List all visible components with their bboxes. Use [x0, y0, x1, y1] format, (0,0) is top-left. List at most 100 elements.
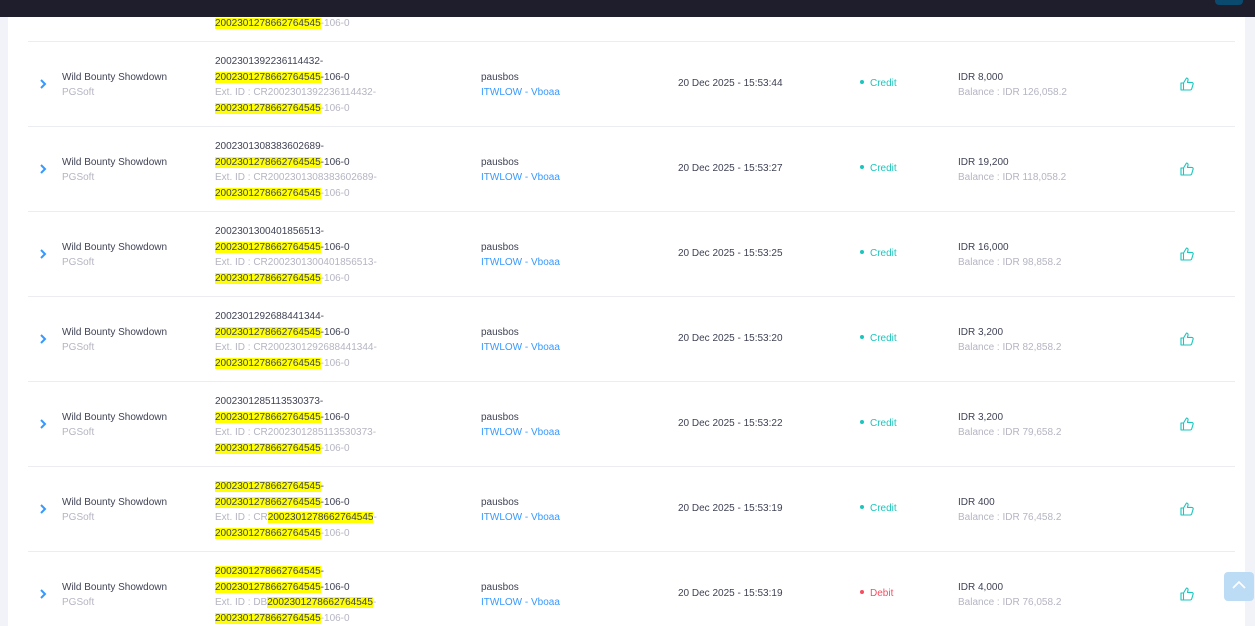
status-badge: Debit — [860, 588, 893, 600]
highlighted-id: 2002301278662764545 — [215, 496, 321, 508]
provider-name: PGSoft — [62, 172, 95, 183]
thumbs-up-icon — [1180, 77, 1194, 91]
ext-id-rest: 2002301300401856513- — [267, 257, 377, 268]
thumbs-up-button[interactable] — [1179, 161, 1195, 177]
table-row[interactable]: Wild Bounty Showdown PGSoft 200230130838… — [28, 127, 1235, 212]
agent-link[interactable]: ITWLOW - Vboaa — [481, 510, 560, 525]
user-cell: pausbos ITWLOW - Vboaa — [481, 155, 560, 185]
thumbs-up-icon — [1180, 247, 1194, 261]
table-row[interactable]: Wild Bounty Showdown PGSoft 200230129268… — [28, 297, 1235, 382]
tx-line-2: 2002301278662764545-106-0 — [215, 325, 377, 341]
ext-id-label: Ext. ID : DB — [215, 597, 268, 608]
tx-line-1: 2002301300401856513- — [215, 224, 377, 240]
highlighted-id: 2002301278662764545 — [215, 326, 321, 338]
chevron-up-icon — [1232, 580, 1246, 589]
expand-row-button[interactable] — [37, 248, 49, 260]
table-row[interactable]: Wild Bounty Showdown PGSoft 200230130040… — [28, 212, 1235, 297]
tx-suffix: -106-0 — [320, 241, 350, 253]
table-row[interactable]: Wild Bounty Showdown PGSoft 200230139223… — [28, 42, 1235, 127]
date-cell: 20 Dec 2025 - 15:53:19 — [678, 588, 783, 599]
thumbs-up-button[interactable] — [1179, 76, 1195, 92]
game-name: Wild Bounty Showdown — [62, 497, 168, 508]
transactions-table: Wild Bounty Showdown PGSoft 200230142433… — [8, 0, 1245, 626]
user-cell: pausbos ITWLOW - Vboaa — [481, 410, 560, 440]
status-badge: Credit — [860, 248, 897, 260]
thumbs-up-icon — [1180, 587, 1194, 601]
game-name: Wild Bounty Showdown — [62, 412, 168, 423]
amount-cell: IDR 16,000 Balance : IDR 98,858.2 — [958, 240, 1061, 270]
highlighted-id: 2002301278662764545 — [215, 71, 321, 83]
status-badge: Credit — [860, 333, 897, 345]
status-label: Credit — [870, 333, 897, 344]
tx-prefix: 2002301308383602689- — [215, 141, 324, 152]
tx-line-1: 2002301278662764545- — [215, 564, 376, 580]
header-button[interactable] — [1215, 0, 1243, 5]
tx-suffix: -106-0 — [320, 496, 350, 508]
ext-line-1: Ext. ID : CR2002301285113530373- — [215, 425, 376, 441]
chevron-right-icon — [40, 164, 47, 174]
expand-row-button[interactable] — [37, 78, 49, 90]
highlighted-id: 2002301278662764545 — [215, 187, 321, 199]
table-row[interactable]: Wild Bounty Showdown PGSoft 200230127866… — [28, 467, 1235, 552]
agent-link[interactable]: ITWLOW - Vboaa — [481, 425, 560, 440]
amount: IDR 19,200 — [958, 157, 1009, 168]
tx-prefix: 2002301292688441344- — [215, 311, 324, 322]
amount: IDR 400 — [958, 497, 995, 508]
tx-prefix: 2002301285113530373- — [215, 396, 324, 407]
amount-cell: IDR 4,000 Balance : IDR 76,058.2 — [958, 580, 1061, 610]
username: pausbos — [481, 497, 519, 508]
agent-link[interactable]: ITWLOW - Vboaa — [481, 85, 560, 100]
expand-row-button[interactable] — [37, 418, 49, 430]
expand-row-button[interactable] — [37, 163, 49, 175]
game-cell: Wild Bounty Showdown PGSoft — [62, 410, 167, 440]
chevron-right-icon — [40, 334, 47, 344]
amount-cell: IDR 19,200 Balance : IDR 118,058.2 — [958, 155, 1066, 185]
provider-name: PGSoft — [62, 597, 95, 608]
ext-id-label: Ext. ID : CR — [215, 427, 268, 438]
agent-link[interactable]: ITWLOW - Vboaa — [481, 340, 560, 355]
tx-prefix: 2002301300401856513- — [215, 226, 324, 237]
ext-suffix: -106-0 — [320, 187, 350, 199]
ext-id-rest: 2002301392236114432- — [267, 87, 377, 98]
highlighted-id: 2002301278662764545 — [215, 527, 321, 539]
scroll-to-top-button[interactable] — [1224, 572, 1254, 601]
chevron-right-icon — [40, 589, 47, 599]
ext-line-2: 2002301278662764545-106-0 — [215, 186, 377, 202]
tx-suffix: -106-0 — [320, 411, 350, 423]
amount: IDR 3,200 — [958, 327, 1004, 338]
provider-name: PGSoft — [62, 87, 95, 98]
ext-line-2: 2002301278662764545-106-0 — [215, 611, 376, 626]
agent-link[interactable]: ITWLOW - Vboaa — [481, 255, 560, 270]
game-name: Wild Bounty Showdown — [62, 242, 168, 253]
thumbs-up-button[interactable] — [1179, 331, 1195, 347]
username: pausbos — [481, 72, 519, 83]
username: pausbos — [481, 327, 519, 338]
highlighted-id: 2002301278662764545 — [215, 612, 321, 624]
expand-row-button[interactable] — [37, 503, 49, 515]
thumbs-up-button[interactable] — [1179, 416, 1195, 432]
tx-suffix: -106-0 — [320, 71, 350, 83]
table-row[interactable]: Wild Bounty Showdown PGSoft 200230128511… — [28, 382, 1235, 467]
transaction-id-cell: 2002301300401856513- 2002301278662764545… — [215, 224, 377, 286]
expand-row-button[interactable] — [37, 333, 49, 345]
expand-row-button[interactable] — [37, 588, 49, 600]
balance: Balance : IDR 82,858.2 — [958, 342, 1062, 353]
chevron-right-icon — [40, 249, 47, 259]
balance: Balance : IDR 76,058.2 — [958, 597, 1062, 608]
agent-link[interactable]: ITWLOW - Vboaa — [481, 170, 560, 185]
table-row[interactable]: Wild Bounty Showdown PGSoft 200230127866… — [28, 552, 1235, 626]
agent-link[interactable]: ITWLOW - Vboaa — [481, 595, 560, 610]
thumbs-up-button[interactable] — [1179, 246, 1195, 262]
transaction-id-cell: 2002301392236114432- 2002301278662764545… — [215, 54, 376, 116]
top-header-bar — [0, 0, 1255, 17]
thumbs-up-button[interactable] — [1179, 586, 1195, 602]
status-dot — [860, 420, 864, 425]
thumbs-up-icon — [1180, 417, 1194, 431]
highlighted-id: 2002301278662764545 — [215, 566, 321, 577]
status-badge: Credit — [860, 78, 897, 90]
date-cell: 20 Dec 2025 - 15:53:19 — [678, 503, 783, 514]
thumbs-up-button[interactable] — [1179, 501, 1195, 517]
tx-prefix: 2002301392236114432- — [215, 56, 324, 67]
game-name: Wild Bounty Showdown — [62, 157, 168, 168]
ext-id-rest: 2002301285113530373- — [267, 427, 377, 438]
